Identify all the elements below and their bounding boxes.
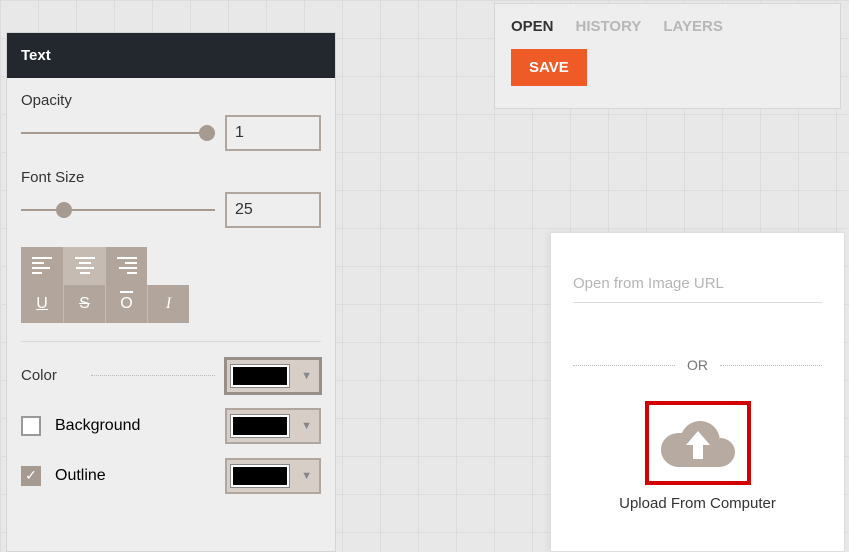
opacity-input[interactable] (225, 115, 321, 151)
outline-label: Outline (55, 467, 106, 485)
underline-button[interactable]: U (21, 285, 63, 323)
top-panel: OPEN HISTORY LAYERS SAVE (494, 3, 841, 109)
or-text: OR (675, 357, 720, 373)
align-right-button[interactable] (105, 247, 147, 285)
tab-open[interactable]: OPEN (511, 18, 554, 35)
background-row: Background ▼ (21, 408, 321, 444)
color-label: Color (21, 367, 81, 384)
or-divider: OR (573, 357, 822, 373)
tab-history[interactable]: HISTORY (576, 18, 642, 35)
align-group (21, 247, 147, 285)
fontsize-row: Font Size (21, 169, 321, 228)
style-group: U S O I (21, 285, 189, 323)
fontsize-slider[interactable] (21, 200, 215, 220)
chevron-down-icon: ▼ (301, 420, 312, 432)
opacity-slider[interactable] (21, 123, 215, 143)
save-button[interactable]: SAVE (511, 49, 587, 86)
background-label: Background (55, 417, 140, 435)
background-checkbox[interactable] (21, 416, 41, 436)
tabs: OPEN HISTORY LAYERS (511, 18, 824, 35)
chevron-down-icon: ▼ (301, 470, 312, 482)
text-panel: Text Opacity Font Size (6, 32, 336, 552)
opacity-label: Opacity (21, 92, 321, 109)
image-url-input[interactable] (573, 265, 822, 303)
background-swatch (231, 415, 289, 437)
color-row: Color ▼ (21, 358, 321, 394)
upload-label: Upload From Computer (573, 495, 822, 512)
align-center-button[interactable] (63, 247, 105, 285)
strikethrough-button[interactable]: S (63, 285, 105, 323)
color-swatch (231, 365, 289, 387)
italic-button[interactable]: I (147, 285, 189, 323)
opacity-row: Opacity (21, 92, 321, 151)
outline-checkbox[interactable]: ✓ (21, 466, 41, 486)
outline-row: ✓ Outline ▼ (21, 458, 321, 494)
fontsize-label: Font Size (21, 169, 321, 186)
overline-button[interactable]: O (105, 285, 147, 323)
align-left-button[interactable] (21, 247, 63, 285)
upload-button[interactable] (645, 401, 751, 485)
outline-color-picker[interactable]: ▼ (225, 458, 321, 494)
cloud-upload-icon (660, 417, 736, 469)
tab-layers[interactable]: LAYERS (663, 18, 722, 35)
open-panel: OR Upload From Computer (550, 232, 845, 552)
background-color-picker[interactable]: ▼ (225, 408, 321, 444)
outline-swatch (231, 465, 289, 487)
chevron-down-icon: ▼ (301, 370, 312, 382)
format-row: U S O I (21, 246, 321, 323)
divider (21, 341, 321, 342)
color-picker[interactable]: ▼ (225, 358, 321, 394)
fontsize-input[interactable] (225, 192, 321, 228)
panel-body: Opacity Font Size (7, 78, 335, 494)
panel-title: Text (7, 33, 335, 78)
